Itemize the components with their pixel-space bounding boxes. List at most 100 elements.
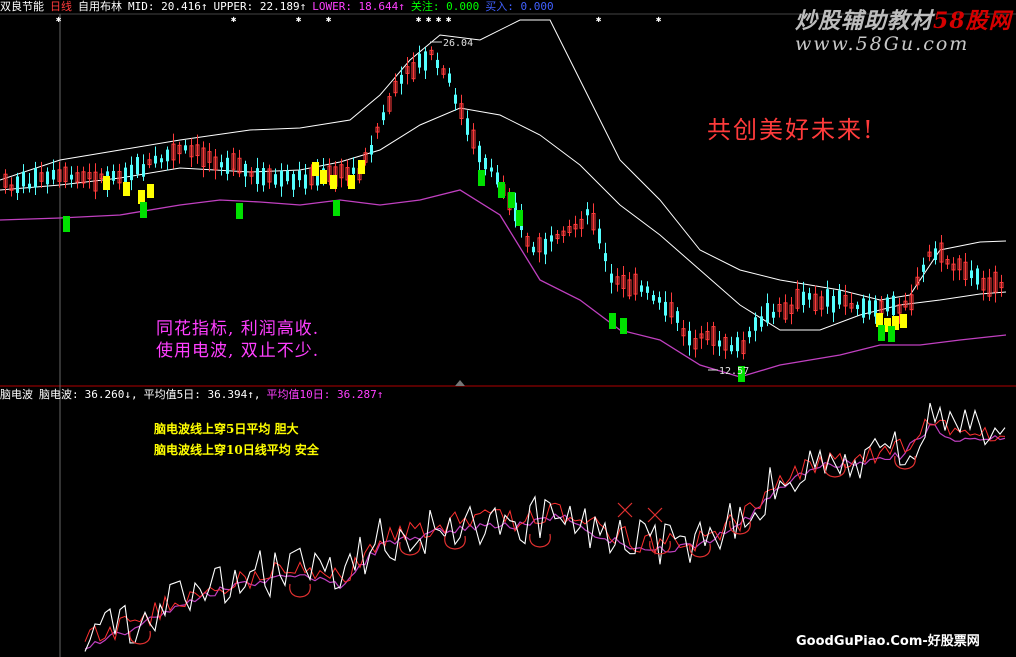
- buy-signal-block: [312, 162, 319, 176]
- candle-body: [124, 167, 127, 185]
- candle-body: [550, 235, 553, 242]
- buy-signal-block: [900, 314, 907, 328]
- candle-body: [676, 311, 679, 323]
- candle-body: [718, 340, 721, 347]
- signal-star: ✱: [56, 15, 62, 25]
- watermark-text: 炒股辅助教材: [795, 8, 934, 34]
- candle-body: [418, 53, 421, 68]
- lower-band-line: [0, 189, 1007, 378]
- candle-body: [466, 118, 469, 135]
- signal-star: ✱: [426, 15, 432, 25]
- candle-body: [766, 303, 769, 323]
- buy-signal-block: [123, 182, 130, 196]
- candle-body: [298, 170, 301, 181]
- candle-body: [598, 228, 601, 244]
- candle-body: [484, 157, 487, 170]
- sell-signal-block: [516, 210, 523, 226]
- footer-watermark: GoodGuPiao.Com-好股票网: [796, 634, 980, 649]
- candle-body: [28, 183, 31, 189]
- watermark-brand: 58股网: [933, 8, 1012, 34]
- candle-body: [658, 297, 661, 303]
- candle-body: [478, 145, 481, 163]
- candle-body: [862, 298, 865, 318]
- candle-body: [970, 270, 973, 279]
- ma5-value: 平均值5日: 36.394↑,: [143, 388, 261, 401]
- wave-label: 脑电波:: [39, 388, 79, 401]
- sell-signal-block: [609, 313, 616, 329]
- candle-body: [754, 317, 757, 331]
- candle-body: [490, 167, 493, 172]
- candle-body: [142, 164, 145, 177]
- candle-body: [52, 169, 55, 180]
- candle-body: [286, 170, 289, 182]
- candle-body: [226, 157, 229, 174]
- buy-signal-block: [320, 170, 327, 184]
- candle-body: [604, 253, 607, 262]
- candle-body: [244, 163, 247, 177]
- buy-signal-block: [876, 313, 883, 327]
- sell-signal-block: [620, 318, 627, 334]
- candle-body: [886, 297, 889, 312]
- slogan-text: 共创美好未来!: [707, 116, 875, 144]
- candle-body: [736, 337, 739, 352]
- candle-body: [160, 158, 163, 163]
- note-line-1: 同花指标, 利润高收.: [156, 319, 320, 339]
- candle-body: [16, 176, 19, 193]
- signal-star: ✱: [416, 15, 422, 25]
- signal-star: ✱: [326, 15, 332, 25]
- candle-body: [802, 291, 805, 306]
- sell-signal-block: [333, 200, 340, 216]
- candle-body: [772, 311, 775, 318]
- circle-mark: [129, 630, 151, 645]
- sell-signal-block: [888, 326, 895, 342]
- candle-body: [664, 301, 667, 316]
- watermark-url: www.58Gu.com: [795, 33, 970, 55]
- signal-star: ✱: [656, 15, 662, 25]
- candle-body: [532, 246, 535, 253]
- kline-chart[interactable]: 26.04 12.57 ✱ ✱ ✱ ✱ ✱ ✱ ✱ ✱ ✱ ✱: [0, 0, 1016, 657]
- candle-body: [586, 209, 589, 216]
- candle-body: [448, 73, 451, 83]
- buy-signal-block: [103, 176, 110, 190]
- candle-body: [112, 170, 115, 181]
- sell-signal-block: [140, 202, 147, 218]
- wave-value: 36.260↓,: [84, 388, 138, 401]
- candle-body: [370, 144, 373, 155]
- candle-body: [454, 94, 457, 104]
- candle-body: [826, 289, 829, 307]
- subpanel-title[interactable]: 脑电波: [0, 388, 33, 401]
- candle-body: [22, 171, 25, 187]
- sell-signal-block: [478, 170, 485, 186]
- buy-signal-block: [330, 175, 337, 189]
- low-price-label: 12.57: [719, 366, 749, 377]
- subpanel-header: 脑电波 脑电波: 36.260↓, 平均值5日: 36.394↑, 平均值10日: 36…: [0, 387, 1016, 403]
- candle-body: [400, 74, 403, 84]
- candle-body: [646, 286, 649, 293]
- candle-body: [382, 112, 385, 121]
- sell-signal-block: [878, 325, 885, 341]
- candle-body: [130, 164, 133, 181]
- candle-body: [838, 290, 841, 305]
- watermark-title: 炒股辅助教材58股网: [795, 3, 1012, 35]
- signal-star: ✱: [296, 15, 302, 25]
- buy-signal-block: [138, 190, 145, 204]
- buy-signal-block: [348, 175, 355, 189]
- candle-body: [688, 330, 691, 346]
- candle-body: [304, 174, 307, 189]
- candle-body: [424, 51, 427, 71]
- candle-body: [34, 168, 37, 188]
- candle-body: [544, 238, 547, 255]
- circle-mark: [289, 583, 311, 598]
- candle-body: [640, 285, 643, 292]
- note-line-2: 使用电波, 双止不少.: [156, 341, 320, 361]
- candle-body: [184, 145, 187, 151]
- buy-signal-block: [147, 184, 154, 198]
- sell-signal-block: [508, 192, 515, 208]
- candle-body: [748, 331, 751, 338]
- candle-body: [136, 157, 139, 175]
- wave-note-line-2: 脑电波线上穿10日线平均 安全: [154, 443, 319, 457]
- candle-body: [70, 174, 73, 180]
- candle-body: [436, 59, 439, 69]
- panel-handle: [455, 380, 465, 386]
- candle-body: [166, 149, 169, 162]
